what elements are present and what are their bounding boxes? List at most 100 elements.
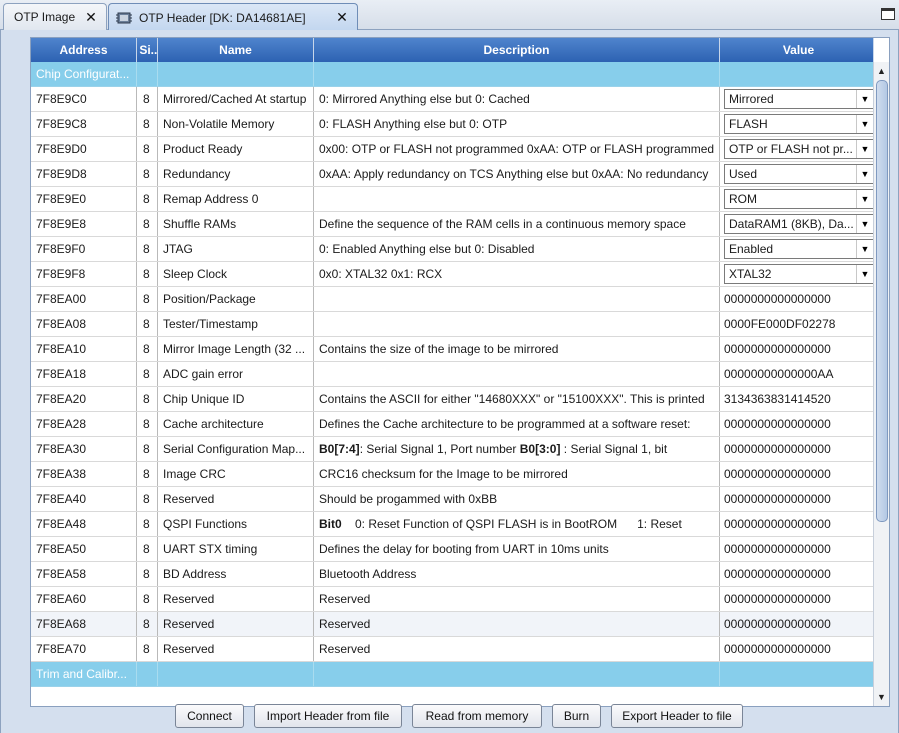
table-row[interactable]: 7F8EA30 8 Serial Configuration Map... B0[7:… [31,437,874,462]
description-cell: Reserved [314,612,720,636]
chevron-down-icon[interactable]: ▼ [856,265,873,283]
size-cell: 8 [137,262,158,286]
value-cell[interactable]: 0000000000000000 [720,437,874,461]
value-cell[interactable]: 0000000000000000 [720,412,874,436]
value-cell[interactable]: 0000000000000000 [720,487,874,511]
group-cell [137,662,158,686]
value-cell: DataRAM1 (8KB), Da... ▼ [720,212,874,236]
scroll-down-icon[interactable]: ▼ [874,690,889,704]
close-icon[interactable]: ✕ [335,10,349,24]
table-row[interactable]: 7F8EA20 8 Chip Unique ID Contains the ASCII… [31,387,874,412]
description-cell: Defines the delay for booting from UART … [314,537,720,561]
chevron-down-icon[interactable]: ▼ [856,115,873,133]
chevron-down-icon[interactable]: ▼ [856,90,873,108]
size-cell: 8 [137,637,158,661]
table-row[interactable]: 7F8EA40 8 Reserved Should be progammed with… [31,487,874,512]
chevron-down-icon[interactable]: ▼ [856,140,873,158]
vertical-scrollbar[interactable]: ▲ ▼ [873,62,889,706]
column-header-address[interactable]: Address [31,38,137,62]
table-row[interactable]: 7F8EA38 8 Image CRC CRC16 checksum for the … [31,462,874,487]
table-row[interactable]: 7F8EA68 8 Reserved Reserved 0000000000000000 [31,612,874,637]
value-dropdown[interactable]: Enabled ▼ [724,239,874,259]
table-row[interactable]: 7F8E9F8 8 Sleep Clock 0x0: XTAL32 0x1: RCX X… [31,262,874,287]
table-row[interactable]: 7F8E9E8 8 Shuffle RAMs Define the sequence … [31,212,874,237]
table-row[interactable]: 7F8E9D0 8 Product Ready 0x00: OTP or FLASH … [31,137,874,162]
tab-otp-image[interactable]: OTP Image ✕ [3,3,107,30]
value-cell[interactable]: 3134363831414520 [720,387,874,411]
table-row[interactable]: 7F8E9D8 8 Redundancy 0xAA: Apply redundancy… [31,162,874,187]
table-row[interactable]: 7F8E9F0 8 JTAG 0: Enabled Anything else but… [31,237,874,262]
value-cell[interactable]: 0000000000000000 [720,587,874,611]
chevron-down-icon[interactable]: ▼ [856,215,873,233]
name-cell: Reserved [158,637,314,661]
name-cell: Non-Volatile Memory [158,112,314,136]
value-cell[interactable]: 0000000000000000 [720,637,874,661]
value-dropdown[interactable]: FLASH ▼ [724,114,874,134]
table-row[interactable]: 7F8EA28 8 Cache architecture Defines the Ca… [31,412,874,437]
maximize-icon[interactable] [881,8,895,20]
name-cell: Mirrored/Cached At startup [158,87,314,111]
description-bold-text: B0[3:0] [519,442,561,456]
table-row[interactable]: 7F8EA48 8 QSPI Functions Bit0 0: Reset Func… [31,512,874,537]
burn-button[interactable]: Burn [552,704,601,728]
value-cell[interactable]: 00000000000000AA [720,362,874,386]
value-cell[interactable]: 0000000000000000 [720,287,874,311]
chevron-down-icon[interactable]: ▼ [856,240,873,258]
column-header-size[interactable]: Si... [137,38,158,62]
value-dropdown[interactable]: Mirrored ▼ [724,89,874,109]
chevron-down-icon[interactable]: ▼ [856,190,873,208]
name-cell: BD Address [158,562,314,586]
tab-otp-header[interactable]: OTP Header [DK: DA14681AE] ✕ [108,3,358,31]
read-from-memory-button[interactable]: Read from memory [412,704,542,728]
table-row[interactable]: 7F8EA70 8 Reserved Reserved 0000000000000000 [31,637,874,662]
table-row[interactable]: 7F8E9C0 8 Mirrored/Cached At startup 0: Mir… [31,87,874,112]
address-cell: 7F8EA40 [31,487,137,511]
name-cell: Tester/Timestamp [158,312,314,336]
column-header-value[interactable]: Value [720,38,874,62]
column-header-name[interactable]: Name [158,38,314,62]
value-cell[interactable]: 0000000000000000 [720,562,874,586]
value-cell: Enabled ▼ [720,237,874,261]
value-cell[interactable]: 0000FE000DF02278 [720,312,874,336]
size-cell: 8 [137,187,158,211]
table-row[interactable]: 7F8E9C8 8 Non-Volatile Memory 0: FLASH Anyt… [31,112,874,137]
table-row[interactable]: 7F8EA18 8 ADC gain error 00000000000000AA [31,362,874,387]
size-cell: 8 [137,287,158,311]
column-header-description[interactable]: Description [314,38,720,62]
value-dropdown[interactable]: OTP or FLASH not pr... ▼ [724,139,874,159]
group-row[interactable]: Chip Configurat... [31,62,874,87]
value-cell[interactable]: 0000000000000000 [720,337,874,361]
value-dropdown[interactable]: DataRAM1 (8KB), Da... ▼ [724,214,874,234]
export-header-button[interactable]: Export Header to file [611,704,743,728]
name-cell: Image CRC [158,462,314,486]
group-row[interactable]: Trim and Calibr... [31,662,874,687]
description-text: : Serial Signal 1, bit [560,442,668,456]
connect-button[interactable]: Connect [175,704,244,728]
import-header-button[interactable]: Import Header from file [254,704,402,728]
value-dropdown[interactable]: Used ▼ [724,164,874,184]
value-cell[interactable]: 0000000000000000 [720,537,874,561]
value-dropdown[interactable]: XTAL32 ▼ [724,264,874,284]
value-cell[interactable]: 0000000000000000 [720,512,874,536]
scroll-up-icon[interactable]: ▲ [874,64,889,78]
address-cell: 7F8EA60 [31,587,137,611]
value-cell: Mirrored ▼ [720,87,874,111]
table-row[interactable]: 7F8EA10 8 Mirror Image Length (32 ... Conta… [31,337,874,362]
table-row[interactable]: 7F8EA58 8 BD Address Bluetooth Address 00000… [31,562,874,587]
table-row[interactable]: 7F8EA60 8 Reserved Reserved 0000000000000000 [31,587,874,612]
table-row[interactable]: 7F8EA08 8 Tester/Timestamp 0000FE000DF02278 [31,312,874,337]
close-icon[interactable]: ✕ [84,10,98,24]
table-row[interactable]: 7F8E9E0 8 Remap Address 0 ROM ▼ [31,187,874,212]
address-cell: 7F8E9F0 [31,237,137,261]
description-bold-text: Bit0 [319,517,342,531]
table-row[interactable]: 7F8EA00 8 Position/Package 0000000000000000 [31,287,874,312]
scrollbar-thumb[interactable] [876,80,888,522]
name-cell: Position/Package [158,287,314,311]
size-cell: 8 [137,537,158,561]
value-dropdown[interactable]: ROM ▼ [724,189,874,209]
name-cell: Reserved [158,587,314,611]
value-cell[interactable]: 0000000000000000 [720,462,874,486]
table-row[interactable]: 7F8EA50 8 UART STX timing Defines the delay… [31,537,874,562]
value-cell[interactable]: 0000000000000000 [720,612,874,636]
chevron-down-icon[interactable]: ▼ [856,165,873,183]
